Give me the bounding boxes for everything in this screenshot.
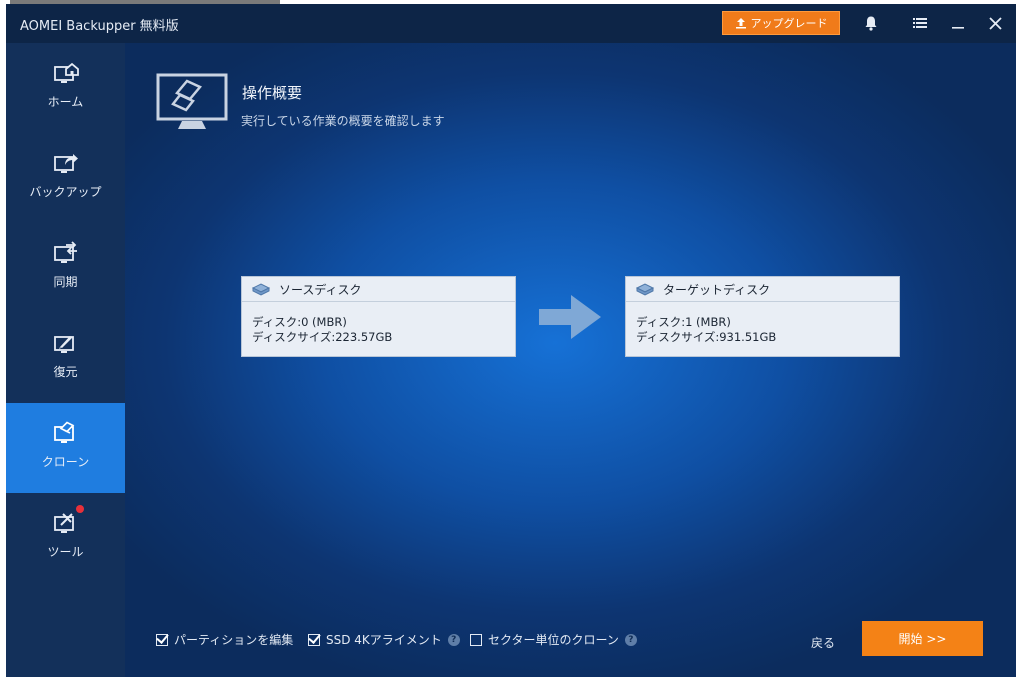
notification-badge — [76, 505, 84, 513]
edit-partitions-checkbox[interactable] — [156, 633, 168, 646]
sector-clone-label: セクター単位のクローン — [488, 633, 619, 647]
upload-arrow-icon — [735, 18, 746, 29]
sidebar-item-label: ツール — [47, 545, 84, 559]
target-disk-card: ターゲットディスク ディスク:1 (MBR) ディスクサイズ:931.51GB — [625, 276, 900, 357]
minimize-icon[interactable] — [947, 12, 969, 34]
page-title: 操作概要 — [242, 84, 303, 102]
sidebar-item-label: 復元 — [53, 365, 78, 379]
start-button[interactable]: 開始 >> — [862, 621, 983, 656]
target-disk-size: ディスクサイズ:931.51GB — [636, 330, 777, 344]
ssd-align-checkbox[interactable] — [308, 633, 320, 646]
right-arrow-icon — [539, 295, 601, 339]
source-disk-title: ソースディスク — [279, 282, 362, 297]
source-disk-header: ソースディスク — [242, 277, 515, 302]
app-window: AOMEI Backupper 無料版 アップグレード ホーム バックアップ 同… — [6, 4, 1016, 677]
main-panel: 操作概要 実行している作業の概要を確認します ソースディスク ディスク:0 (M… — [125, 43, 1016, 677]
disk-icon — [251, 283, 271, 296]
close-icon[interactable] — [984, 12, 1006, 34]
back-button[interactable]: 戻る — [811, 634, 835, 651]
ssd-align-label: SSD 4Kアライメント — [326, 633, 442, 647]
restore-monitor-icon — [54, 336, 74, 353]
sidebar-item-restore[interactable]: 復元 — [6, 313, 125, 403]
home-monitor-icon — [54, 62, 79, 83]
source-disk-size: ディスクサイズ:223.57GB — [252, 330, 393, 344]
backup-monitor-icon — [54, 154, 78, 173]
sidebar-item-sync[interactable]: 同期 — [6, 223, 125, 313]
help-icon[interactable]: ? — [447, 633, 460, 646]
clone-monitor-icon — [54, 421, 75, 443]
target-disk-title: ターゲットディスク — [663, 282, 771, 297]
disk-icon — [635, 283, 655, 296]
sidebar-item-label: 同期 — [53, 275, 78, 289]
sync-monitor-icon — [54, 241, 77, 263]
sector-clone-checkbox[interactable] — [470, 633, 482, 646]
sidebar-item-clone[interactable]: クローン — [6, 403, 125, 493]
source-disk-number: ディスク:0 (MBR) — [252, 315, 347, 329]
sector-clone-option[interactable]: セクター単位のクローン ? — [470, 631, 637, 648]
edit-partitions-label: パーティションを編集 — [174, 633, 294, 647]
help-icon[interactable]: ? — [624, 633, 637, 646]
source-disk-card: ソースディスク ディスク:0 (MBR) ディスクサイズ:223.57GB — [241, 276, 516, 357]
bell-icon[interactable] — [860, 12, 882, 34]
upgrade-button[interactable]: アップグレード — [722, 11, 840, 35]
edit-partitions-option[interactable]: パーティションを編集 — [156, 631, 293, 648]
sidebar-item-backup[interactable]: バックアップ — [6, 133, 125, 223]
sidebar-item-label: クローン — [41, 455, 90, 469]
ssd-align-option[interactable]: SSD 4Kアライメント ? — [308, 631, 460, 648]
operation-summary-icon — [156, 73, 228, 129]
menu-icon[interactable] — [909, 12, 931, 34]
app-title: AOMEI Backupper 無料版 — [20, 19, 179, 34]
sidebar-item-label: バックアップ — [29, 185, 102, 199]
upgrade-label: アップグレード — [750, 17, 828, 30]
sidebar-item-label: ホーム — [47, 95, 84, 109]
title-bar: AOMEI Backupper 無料版 アップグレード — [6, 4, 1016, 43]
sidebar-item-tools[interactable]: ツール — [6, 493, 125, 583]
target-disk-number: ディスク:1 (MBR) — [636, 315, 731, 329]
sidebar: ホーム バックアップ 同期 復元 クローン ツール — [6, 43, 125, 677]
page-subtitle: 実行している作業の概要を確認します — [241, 114, 445, 128]
tools-monitor-icon — [54, 513, 74, 533]
sidebar-item-home[interactable]: ホーム — [6, 43, 125, 133]
target-disk-header: ターゲットディスク — [626, 277, 899, 302]
